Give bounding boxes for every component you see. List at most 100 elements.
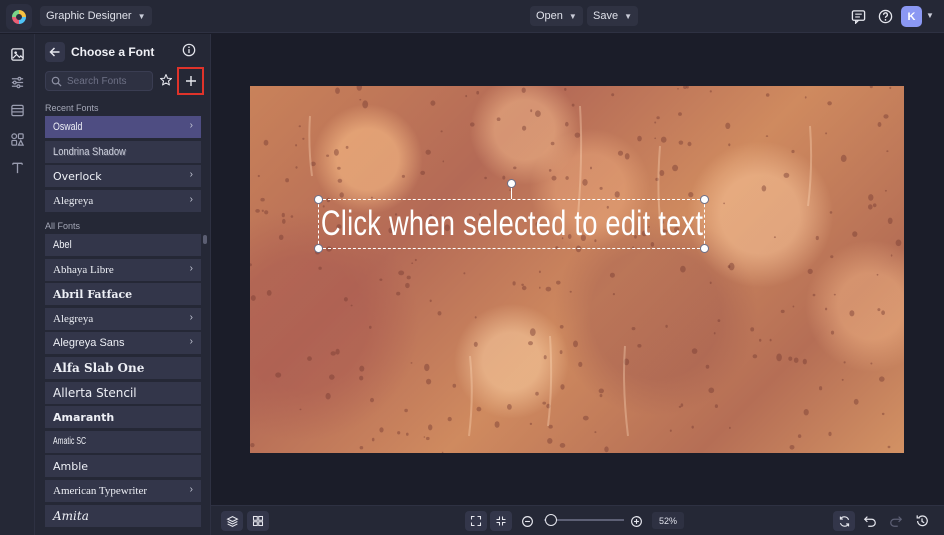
app-logo[interactable] xyxy=(6,4,32,30)
history-icon[interactable] xyxy=(913,512,931,530)
font-option[interactable]: Abhaya Libre › xyxy=(45,258,201,281)
chevron-right-icon[interactable]: › xyxy=(190,484,193,495)
rain-drop xyxy=(573,340,578,348)
rain-drop xyxy=(680,265,686,273)
chevron-right-icon[interactable]: › xyxy=(190,194,193,205)
rain-drop xyxy=(565,176,569,180)
rain-drop xyxy=(429,299,432,303)
rain-drop xyxy=(339,192,344,198)
resize-handle-bottom-left[interactable] xyxy=(314,244,323,253)
chevron-right-icon[interactable]: › xyxy=(190,336,193,347)
font-option[interactable]: Overlock › xyxy=(45,165,201,188)
project-type-dropdown[interactable]: Graphic Designer ▼ xyxy=(40,6,152,26)
font-option[interactable]: Oswald › xyxy=(45,116,201,138)
star-icon[interactable] xyxy=(159,73,175,89)
layout-icon[interactable] xyxy=(8,101,26,119)
rain-drop xyxy=(545,286,552,292)
rain-drop xyxy=(868,204,873,210)
rain-drop xyxy=(437,311,442,316)
rain-drop xyxy=(263,139,269,146)
resize-handle-top-left[interactable] xyxy=(314,195,323,204)
rain-drop xyxy=(548,169,552,172)
font-option[interactable]: Alegreya › xyxy=(45,189,201,212)
font-search-field[interactable] xyxy=(45,71,153,91)
add-font-button[interactable] xyxy=(177,67,204,95)
layers-button[interactable] xyxy=(221,511,243,531)
chevron-right-icon[interactable]: › xyxy=(190,312,193,323)
font-option[interactable]: Alegreya › xyxy=(45,307,201,330)
scrollbar-thumb[interactable] xyxy=(203,235,207,244)
font-option[interactable]: Amaranth xyxy=(45,406,201,429)
font-option[interactable]: Amatic SC xyxy=(45,430,201,453)
fit-to-screen-button[interactable] xyxy=(465,511,487,531)
reset-button[interactable] xyxy=(833,511,855,531)
rotate-handle[interactable] xyxy=(507,179,516,188)
rain-drop xyxy=(420,170,426,175)
shrink-icon xyxy=(496,516,506,526)
rain-drop xyxy=(812,293,816,297)
search-input[interactable] xyxy=(67,75,149,87)
rain-drop xyxy=(889,86,892,90)
font-option[interactable]: American Typewriter › xyxy=(45,480,201,502)
rain-drop xyxy=(440,130,443,133)
rain-drop xyxy=(326,154,330,157)
undo-icon[interactable] xyxy=(861,512,879,530)
open-dropdown[interactable]: Open ▼ xyxy=(530,6,583,26)
font-option[interactable]: Alfa Slab One xyxy=(45,357,201,379)
font-option[interactable]: Amble xyxy=(45,455,201,478)
rain-drop xyxy=(299,408,302,411)
font-option[interactable]: Londrina Shadow xyxy=(45,140,201,163)
chevron-right-icon[interactable]: › xyxy=(190,169,193,180)
info-icon[interactable] xyxy=(182,43,198,59)
save-dropdown[interactable]: Save ▼ xyxy=(587,6,638,26)
rain-drop xyxy=(637,344,642,348)
font-option[interactable]: Abel xyxy=(45,234,201,256)
rain-drop xyxy=(792,305,795,308)
rain-drop xyxy=(345,145,349,149)
zoom-slider-thumb[interactable] xyxy=(545,514,557,526)
rain-drop xyxy=(769,338,772,342)
chevron-right-icon[interactable]: › xyxy=(190,263,193,274)
font-option-label: Alegreya xyxy=(53,194,94,207)
chevron-right-icon[interactable]: › xyxy=(190,120,193,131)
zoom-percentage[interactable]: 52% xyxy=(652,512,684,529)
redo-icon[interactable] xyxy=(887,512,905,530)
rain-drop xyxy=(476,90,480,95)
grid-button[interactable] xyxy=(247,511,269,531)
user-avatar[interactable]: K xyxy=(901,6,922,27)
rain-drop xyxy=(868,194,874,201)
zoom-out-icon[interactable] xyxy=(518,512,536,530)
shrink-button[interactable] xyxy=(490,511,512,531)
rain-drop xyxy=(678,140,684,145)
font-option-label: Alfa Slab One xyxy=(53,361,145,375)
artboard[interactable] xyxy=(250,86,904,453)
image-icon[interactable] xyxy=(8,45,26,63)
rain-drop xyxy=(528,341,533,346)
rain-drop xyxy=(550,141,555,146)
back-button[interactable] xyxy=(45,42,65,62)
text-icon[interactable] xyxy=(8,158,26,176)
rain-drop xyxy=(260,197,265,202)
font-option[interactable]: Alegreya Sans › xyxy=(45,332,201,355)
font-option[interactable]: Abril Fatface xyxy=(45,283,201,306)
help-icon[interactable] xyxy=(876,7,894,25)
rain-drop xyxy=(425,149,431,155)
rain-drop xyxy=(559,325,564,329)
rain-drop xyxy=(571,103,575,107)
shapes-icon[interactable] xyxy=(8,130,26,148)
rain-drop xyxy=(474,316,477,319)
canvas-text[interactable]: Click when selected to edit text xyxy=(321,200,703,248)
rain-drop xyxy=(447,416,452,422)
resize-handle-top-right[interactable] xyxy=(700,195,709,204)
chevron-down-icon[interactable]: ▼ xyxy=(926,11,934,20)
rain-drop xyxy=(371,437,375,442)
rain-drop xyxy=(802,358,807,365)
sliders-icon[interactable] xyxy=(8,73,26,91)
font-option[interactable]: Allerta Stencil xyxy=(45,381,201,404)
zoom-in-icon[interactable] xyxy=(627,512,645,530)
comments-icon[interactable] xyxy=(849,7,867,25)
resize-handle-bottom-right[interactable] xyxy=(700,244,709,253)
font-option[interactable]: Amita xyxy=(45,504,201,527)
rain-drop xyxy=(797,434,802,438)
rain-drop xyxy=(564,87,567,91)
